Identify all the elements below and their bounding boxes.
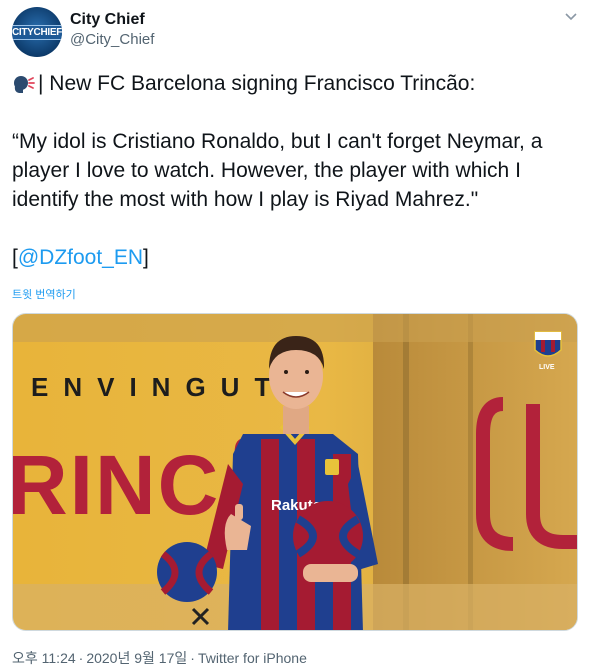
author-display-name[interactable]: City Chief [70,11,145,29]
tweet-headline: | New FC Barcelona signing Francisco Tri… [38,72,476,95]
tweet-source[interactable]: Twitter for iPhone [198,650,307,666]
tweet-time[interactable]: 오후 11:24 [12,650,76,666]
speaking-head-icon [14,75,35,93]
translate-tweet-link[interactable]: 트윗 번역하기 [12,286,76,302]
photo-illustration: ENVINGUT RINCÃ Rakuten LIVE [13,314,577,630]
tweet-photo[interactable]: ENVINGUT RINCÃ Rakuten LIVE [12,313,578,631]
tweet-mention-line: [@DZfoot_EN] [12,243,578,272]
chevron-down-icon[interactable] [562,10,580,24]
avatar[interactable]: CITYCHIEF [12,7,62,57]
tweet-meta: 오후 11:24 · 2020년 9월 17일 · Twitter for iPhone [12,648,307,668]
tweet-quote: “My idol is Cristiano Ronaldo, but I can… [12,130,543,211]
banner-text: ENVINGUT [31,372,285,402]
meta-separator: · [78,650,84,666]
live-badge: LIVE [539,364,555,371]
tweet-date[interactable]: 2020년 9월 17일 [86,650,187,666]
author-handle[interactable]: @City_Chief [70,31,154,48]
tweet-line-1: | New FC Barcelona signing Francisco Tri… [12,69,578,98]
meta-separator: · [190,650,195,666]
avatar-logo-text: CITYCHIEF [12,24,62,40]
tweet-text: | New FC Barcelona signing Francisco Tri… [12,69,578,272]
mention-link[interactable]: @DZfoot_EN [18,246,143,269]
bracket-close: ] [143,246,149,269]
